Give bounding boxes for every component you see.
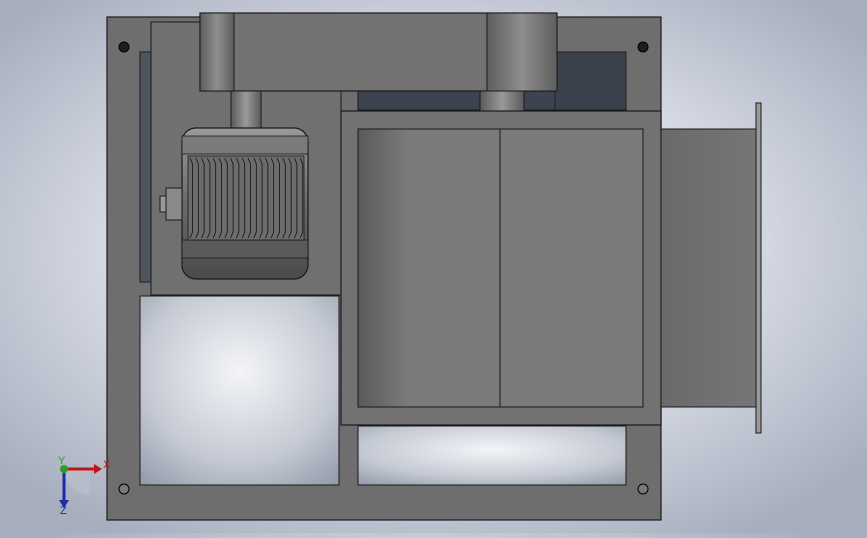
motor-terminal-box (165, 187, 183, 221)
outlet-duct[interactable] (660, 128, 758, 408)
axis-x-label: X (103, 459, 111, 471)
bolt-bottom-left (118, 483, 130, 495)
upper-right-inner-strip (554, 51, 627, 111)
motor-shaft (230, 90, 262, 130)
lower-right-opening (357, 425, 627, 486)
motor-cooling-fins (187, 155, 305, 241)
outlet-flange (755, 102, 762, 434)
electric-motor[interactable] (159, 127, 309, 280)
coordinate-triad: X Y Z (58, 455, 111, 517)
belt-guard-left-pulley (199, 12, 235, 92)
model-drawing: X Y Z (58, 12, 762, 521)
bolt-top-left (118, 41, 130, 53)
belt-guard-right-pulley (486, 12, 558, 92)
cad-viewport[interactable]: X Y Z (0, 0, 867, 533)
bolt-bottom-right (637, 483, 649, 495)
left-rail (139, 51, 152, 283)
lower-left-opening (139, 295, 340, 486)
housing-panel-left (357, 128, 501, 408)
housing-panel-right (499, 128, 644, 408)
bolt-top-right (637, 41, 649, 53)
fan-shaft (479, 90, 525, 112)
axis-y-label: Y (58, 455, 66, 467)
axis-z-label: Z (60, 505, 67, 517)
